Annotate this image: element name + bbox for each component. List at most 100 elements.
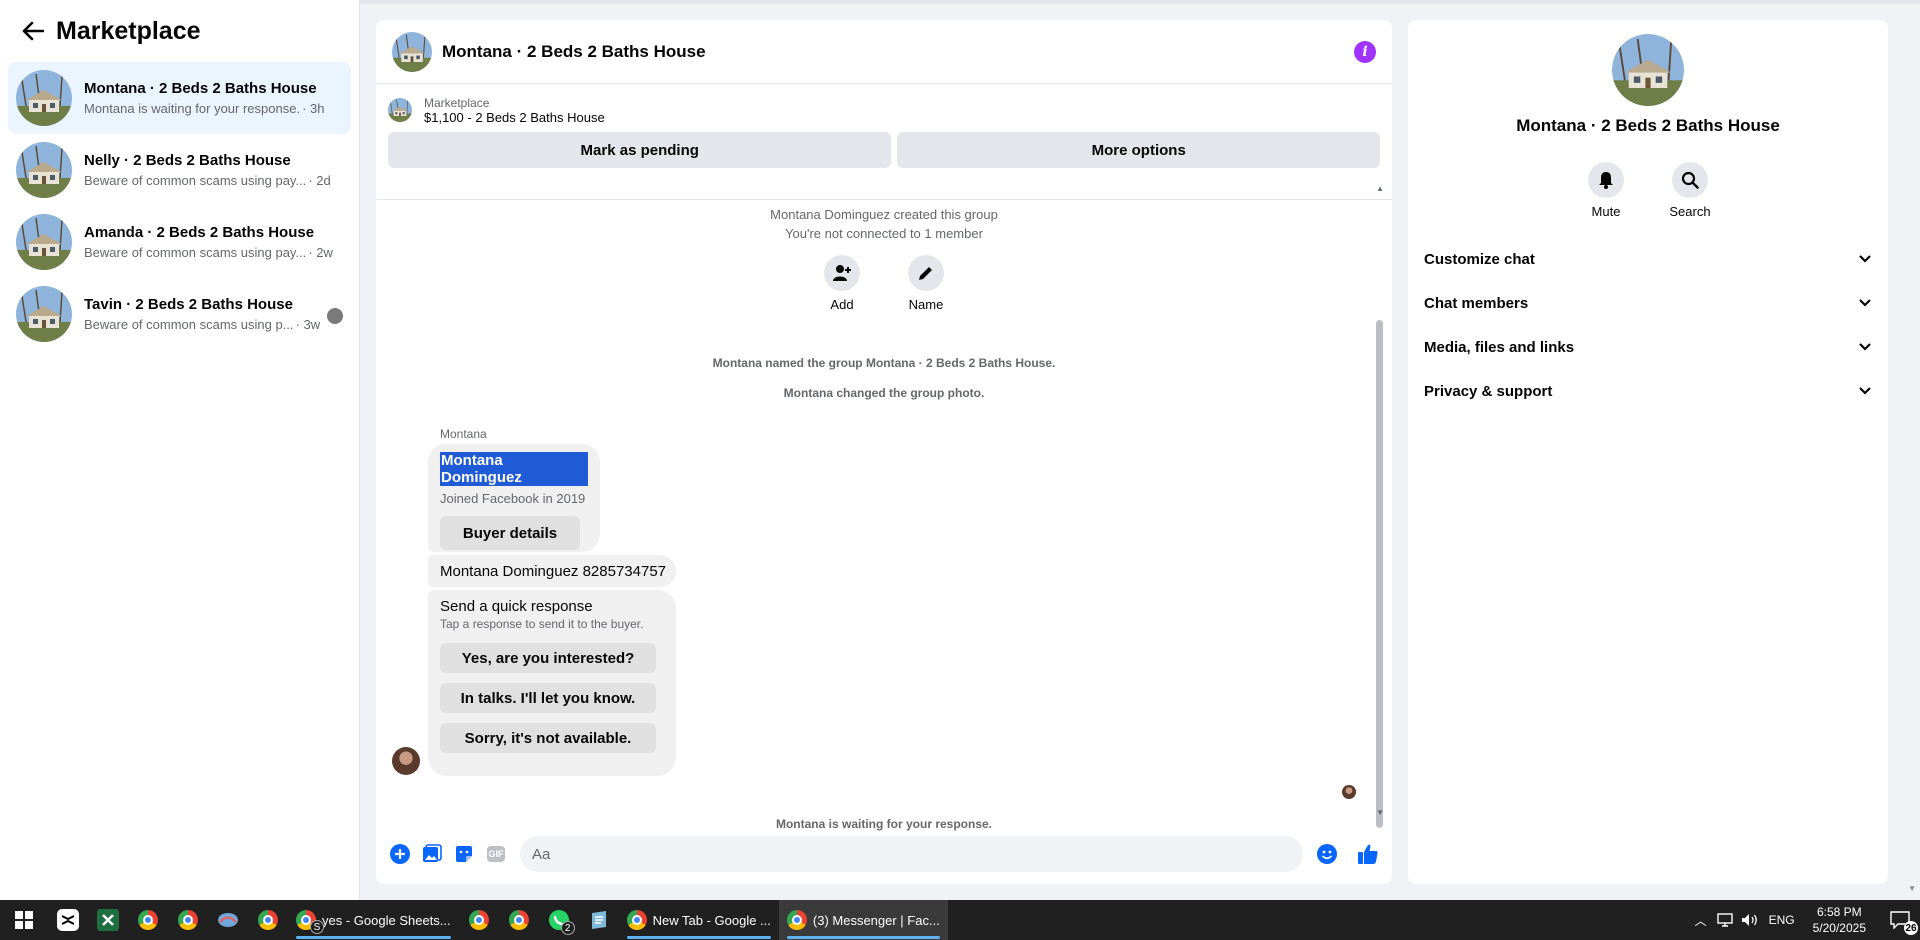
chrome-profile-icon[interactable] — [459, 900, 499, 940]
conversation-item[interactable]: Amanda · 2 Beds 2 Baths House Beware of … — [8, 206, 351, 278]
notification-count: 26 — [1904, 921, 1918, 935]
taskbar-messenger[interactable]: (3) Messenger | Fac... — [778, 900, 948, 940]
quick-response-subtitle: Tap a response to send it to the buyer. — [440, 617, 644, 631]
taskbar-new-tab[interactable]: New Tab - Google ... — [619, 900, 779, 940]
plus-icon[interactable] — [389, 843, 411, 865]
conversation-name: Montana · 2 Beds 2 Baths House — [84, 80, 317, 97]
notepad-icon[interactable] — [579, 900, 619, 940]
privacy-support-section[interactable]: Privacy & support — [1408, 369, 1888, 413]
chrome-profile-icon[interactable] — [168, 900, 208, 940]
chat-title[interactable]: Montana · 2 Beds 2 Baths House — [442, 42, 1354, 62]
chevron-down-icon — [1859, 343, 1871, 351]
listing-avatar — [16, 214, 72, 270]
network-icon[interactable] — [1716, 913, 1733, 927]
clock-time: 6:58 PM — [1816, 905, 1862, 919]
chevron-down-icon — [1859, 299, 1871, 307]
language-indicator[interactable]: ENG — [1769, 913, 1795, 927]
conversation-time: · 2w — [308, 245, 333, 260]
conversation-preview: Beware of common scams using pay... — [84, 245, 307, 260]
search-icon — [1672, 162, 1708, 198]
buyer-name: Montana Dominguez — [440, 452, 588, 486]
quick-reply-button[interactable]: In talks. I'll let you know. — [440, 683, 656, 713]
sticker-icon[interactable] — [453, 843, 475, 865]
chat-scrollbar[interactable] — [1376, 320, 1383, 828]
search-label: Search — [1669, 204, 1711, 219]
listing-banner: Marketplace $1,100 - 2 Beds 2 Baths Hous… — [376, 84, 1392, 200]
quick-response-card: Send a quick response Tap a response to … — [428, 590, 676, 776]
more-options-button[interactable]: More options — [897, 132, 1380, 168]
buyer-details-button[interactable]: Buyer details — [440, 516, 580, 550]
chrome-profile-icon[interactable] — [499, 900, 539, 940]
app-icon[interactable] — [208, 900, 248, 940]
add-label: Add — [830, 297, 854, 312]
conversation-item[interactable]: Nelly · 2 Beds 2 Baths House Beware of c… — [8, 134, 351, 206]
page-scroll-down-icon[interactable]: ▼ — [1908, 884, 1916, 893]
search-button[interactable]: Search — [1666, 162, 1714, 219]
quick-reply-button[interactable]: Yes, are you interested? — [440, 643, 656, 673]
buyer-card: Montana Dominguez Joined Facebook in 201… — [428, 444, 600, 552]
chat-window: Montana · 2 Beds 2 Baths House i Marketp… — [376, 20, 1392, 884]
conversation-time: · 3w — [295, 317, 321, 332]
mark-pending-button[interactable]: Mark as pending — [388, 132, 892, 168]
photo-changed-notice: Montana changed the group photo. — [783, 386, 985, 400]
quick-reply-button[interactable]: Sorry, it's not available. — [440, 723, 656, 753]
top-divider — [360, 0, 1920, 4]
excel-icon[interactable] — [88, 900, 128, 940]
name-group-button[interactable]: Name — [902, 255, 950, 312]
chat-members-section[interactable]: Chat members — [1408, 281, 1888, 325]
section-label: Privacy & support — [1424, 382, 1553, 400]
chrome-profile-icon[interactable] — [248, 900, 288, 940]
conversation-time: · 3h — [302, 101, 325, 116]
chat-info-panel: Montana · 2 Beds 2 Baths House Mute Sear… — [1408, 20, 1888, 884]
sender-name: Montana — [440, 427, 487, 441]
bell-icon — [1588, 162, 1624, 198]
pencil-icon — [908, 255, 944, 291]
whatsapp-icon[interactable]: 2 — [539, 900, 579, 940]
not-connected-notice: You're not connected to 1 member — [785, 226, 983, 241]
thumbs-up-icon[interactable] — [1357, 843, 1379, 865]
name-label: Name — [908, 297, 944, 312]
conversation-time: · 2d — [308, 173, 331, 188]
gif-icon[interactable]: GIF — [485, 843, 507, 865]
panel-title: Montana · 2 Beds 2 Baths House — [1516, 116, 1780, 135]
clock[interactable]: 6:58 PM 5/20/2025 — [1799, 904, 1880, 936]
conversation-item[interactable]: Montana · 2 Beds 2 Baths House Montana i… — [8, 62, 351, 134]
buyer-joined: Joined Facebook in 2019 — [440, 491, 586, 506]
sender-avatar[interactable] — [392, 747, 420, 775]
listing-link[interactable]: Marketplace $1,100 - 2 Beds 2 Baths Hous… — [388, 92, 1380, 128]
conversation-item[interactable]: Tavin · 2 Beds 2 Baths House Beware of c… — [8, 278, 351, 350]
media-files-links-section[interactable]: Media, files and links — [1408, 325, 1888, 369]
capcut-icon[interactable] — [48, 900, 88, 940]
task-label: (3) Messenger | Fac... — [812, 912, 940, 928]
add-member-button[interactable]: Add — [818, 255, 866, 312]
listing-price-title: $1,100 - 2 Beds 2 Baths House — [424, 109, 605, 125]
customize-chat-section[interactable]: Customize chat — [1408, 237, 1888, 281]
show-hidden-icons-icon[interactable]: ︿ — [1695, 912, 1707, 929]
back-arrow-icon[interactable] — [20, 18, 46, 44]
volume-icon[interactable] — [1741, 913, 1759, 927]
conversation-preview: Beware of common scams using pay... — [84, 173, 307, 188]
taskbar-google-sheets[interactable]: S yes - Google Sheets... — [288, 900, 459, 940]
message-input[interactable] — [520, 836, 1303, 872]
gif-label: GIF — [488, 849, 504, 859]
windows-start-icon[interactable] — [0, 900, 48, 940]
chat-avatar[interactable] — [392, 32, 432, 72]
photo-icon[interactable] — [421, 843, 443, 865]
scroll-up-arrow-icon[interactable]: ▲ — [1376, 184, 1384, 193]
composer: GIF — [376, 824, 1392, 884]
emoji-icon[interactable] — [1316, 843, 1338, 865]
task-label: New Tab - Google ... — [652, 912, 771, 928]
listing-thumb — [388, 98, 412, 122]
conversation-preview: Beware of common scams using p... — [84, 317, 294, 332]
conversation-name: Tavin · 2 Beds 2 Baths House — [84, 296, 293, 313]
conversation-sidebar: Marketplace Montana · 2 Beds 2 Baths Hou… — [0, 0, 360, 900]
conversation-name: Amanda · 2 Beds 2 Baths House — [84, 224, 315, 241]
mute-label: Mute — [1591, 204, 1621, 219]
notification-center-icon[interactable]: 26 — [1880, 900, 1920, 940]
info-icon[interactable]: i — [1354, 40, 1376, 63]
mute-button[interactable]: Mute — [1582, 162, 1630, 219]
task-label: yes - Google Sheets... — [322, 912, 451, 928]
chrome-icon[interactable] — [128, 900, 168, 940]
sidebar-header: Marketplace — [0, 0, 359, 62]
scroll-down-arrow-icon[interactable]: ▼ — [1376, 808, 1384, 817]
